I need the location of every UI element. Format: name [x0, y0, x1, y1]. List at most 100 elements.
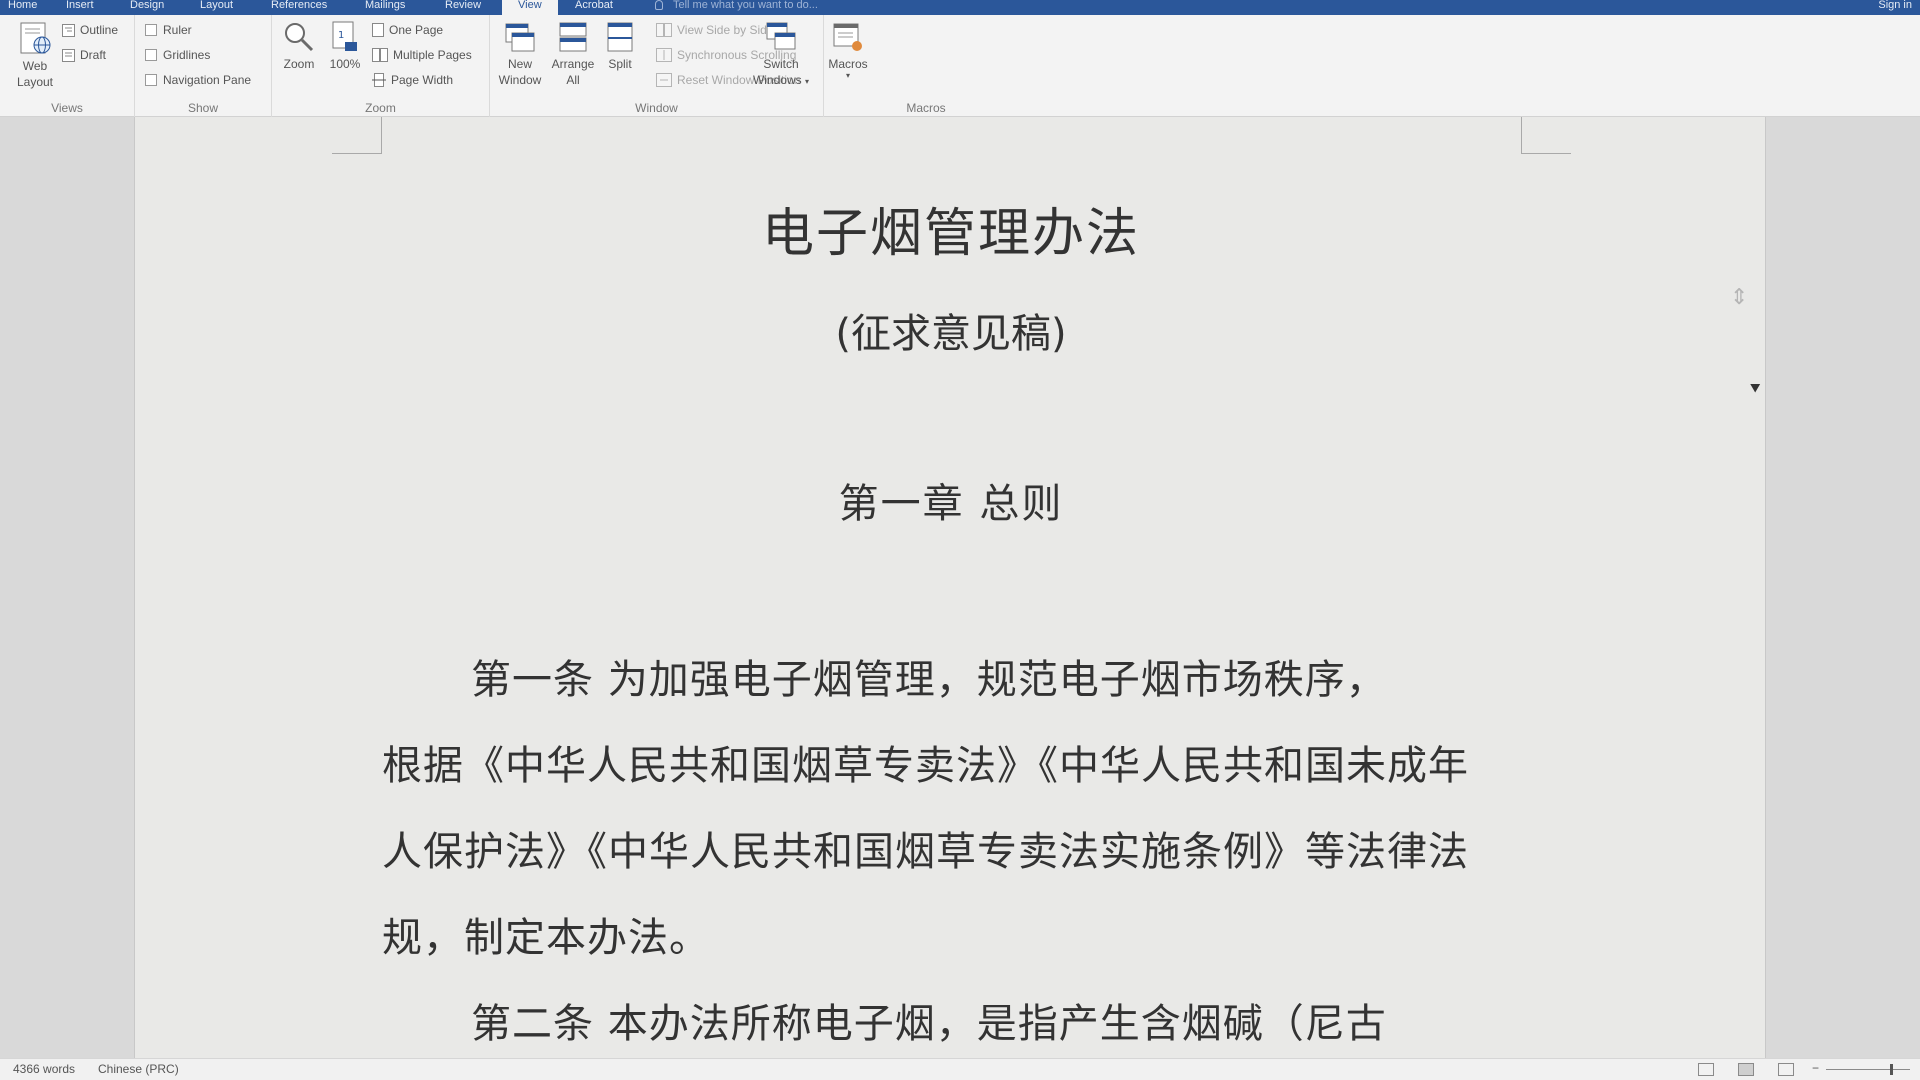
zoom-group: Zoom 1 100% One Page Multiple Pages Page…: [272, 15, 490, 117]
status-bar: 4366 words Chinese (PRC) −: [0, 1058, 1920, 1080]
arrange-all-label-2: All: [566, 73, 580, 87]
web-layout-view-icon[interactable]: [1778, 1063, 1794, 1076]
switch-windows-button[interactable]: Switch Windows ▾: [746, 20, 816, 90]
split-label: Split: [608, 57, 632, 71]
navigation-pane-label: Navigation Pane: [163, 73, 252, 87]
body-line: 人保护法》《中华人民共和国烟草专卖法实施条例》等法律法: [382, 829, 1469, 875]
one-page-button[interactable]: One Page: [372, 21, 443, 39]
tell-me-text: Tell me what you want to do...: [673, 0, 818, 11]
zoom-out-icon[interactable]: −: [1812, 1061, 1819, 1075]
read-mode-icon[interactable]: [1698, 1063, 1714, 1076]
switch-windows-dropdown-icon: ▾: [805, 77, 810, 86]
page-width-label: Page Width: [391, 73, 454, 87]
ruler-label: Ruler: [163, 23, 192, 37]
page-width-button[interactable]: Page Width: [372, 71, 453, 89]
zoom-100-label: 100%: [329, 57, 361, 71]
draft-button[interactable]: Draft: [62, 46, 106, 64]
window-group: New Window Arrange All Split View Side b…: [490, 15, 824, 117]
new-window-label-2: Window: [498, 73, 542, 87]
macros-dropdown-icon: ▾: [845, 71, 850, 80]
tell-me-search[interactable]: Tell me what you want to do...: [655, 0, 818, 15]
lightbulb-icon: [655, 0, 663, 10]
word-count[interactable]: 4366 words: [13, 1062, 75, 1076]
reset-window-icon: [656, 73, 672, 92]
gridlines-checkbox[interactable]: Gridlines: [145, 46, 210, 64]
outline-label: Outline: [80, 23, 119, 37]
document-page[interactable]: 电子烟管理办法 (征求意见稿) 第一章 总则 第一条 为加强电子烟管理，规范电子…: [134, 117, 1766, 1058]
document-area: 电子烟管理办法 (征求意见稿) 第一章 总则 第一条 为加强电子烟管理，规范电子…: [0, 117, 1920, 1058]
language-indicator[interactable]: Chinese (PRC): [98, 1062, 179, 1076]
body-line: 第二条 本办法所称电子烟，是指产生含烟碱（尼古: [471, 1001, 1387, 1047]
switch-windows-label-2: Windows ▾: [746, 72, 816, 90]
web-layout-label-2: Layout: [16, 75, 54, 89]
tab-layout[interactable]: Layout: [192, 0, 241, 15]
ruler-checkbox-box[interactable]: [145, 24, 157, 36]
macros-button[interactable]: Macros ▾: [824, 20, 872, 80]
outline-icon: [62, 24, 75, 42]
new-window-icon: [505, 23, 535, 52]
zoom-slider-track[interactable]: [1826, 1069, 1910, 1070]
ribbon-tab-bar: Home Insert Design Layout References Mai…: [0, 0, 1920, 15]
gridlines-label: Gridlines: [163, 48, 211, 62]
switch-windows-label-1: Switch: [763, 57, 799, 71]
switch-windows-text: Windows: [752, 73, 802, 87]
sync-scroll-icon: [656, 48, 672, 67]
navigation-pane-checkbox-box[interactable]: [145, 74, 157, 86]
macros-group-label: Macros: [906, 101, 946, 115]
switch-windows-icon: [766, 22, 796, 50]
macros-group: Macros ▾ Macros: [824, 15, 956, 117]
web-layout-icon: [20, 22, 51, 54]
gridlines-checkbox-box[interactable]: [145, 49, 157, 61]
multiple-pages-icon: [372, 48, 388, 67]
tab-review[interactable]: Review: [437, 0, 489, 15]
split-icon: [607, 22, 633, 52]
zoom-label: Zoom: [283, 57, 315, 71]
views-group-label: Views: [51, 101, 83, 115]
zoom-100-button[interactable]: 1 100%: [326, 20, 364, 72]
sign-in-link[interactable]: Sign in: [1878, 0, 1912, 15]
tab-home[interactable]: Home: [0, 0, 45, 15]
tab-insert[interactable]: Insert: [58, 0, 102, 15]
body-line: 规，制定本办法。: [382, 915, 710, 961]
page-corner-mark-left: [332, 117, 382, 154]
new-window-button[interactable]: New Window: [494, 20, 546, 88]
tab-acrobat[interactable]: Acrobat: [567, 0, 621, 15]
document-subtitle: (征求意见稿): [835, 311, 1067, 357]
show-group-label: Show: [187, 101, 219, 115]
macros-icon: [833, 23, 862, 51]
svg-text:1: 1: [338, 30, 344, 41]
tab-mailings[interactable]: Mailings: [357, 0, 413, 15]
zoom-button[interactable]: Zoom: [278, 20, 320, 72]
views-group: Web Layout Outline Draft Views: [0, 15, 135, 117]
print-layout-icon[interactable]: [1738, 1063, 1754, 1076]
one-page-label: One Page: [389, 23, 444, 37]
multiple-pages-label: Multiple Pages: [393, 48, 472, 62]
arrange-all-icon: [559, 22, 587, 52]
draft-label: Draft: [80, 48, 107, 62]
body-line: 根据《中华人民共和国烟草专卖法》《中华人民共和国未成年: [382, 743, 1469, 789]
new-window-label-1: New: [507, 57, 532, 71]
page-corner-mark-right: [1521, 117, 1571, 154]
tab-references[interactable]: References: [263, 0, 335, 15]
zoom-slider-thumb[interactable]: [1890, 1064, 1893, 1075]
arrange-all-button[interactable]: Arrange All: [548, 20, 598, 88]
split-button[interactable]: Split: [600, 20, 640, 72]
split-handle-icon[interactable]: ⯆: [1748, 379, 1762, 400]
scroll-arrows-icon[interactable]: ⇕: [1730, 285, 1748, 310]
magnifier-icon: [285, 23, 314, 52]
ruler-checkbox[interactable]: Ruler: [145, 21, 192, 39]
one-page-icon: [372, 23, 384, 42]
body-line: 第一条 为加强电子烟管理，规范电子烟市场秩序，: [471, 657, 1387, 703]
draft-icon: [62, 49, 75, 67]
arrange-all-label-1: Arrange: [551, 57, 595, 71]
navigation-pane-checkbox[interactable]: Navigation Pane: [145, 71, 251, 89]
chapter-heading: 第一章 总则: [838, 481, 1064, 527]
outline-button[interactable]: Outline: [62, 21, 118, 39]
tab-design[interactable]: Design: [122, 0, 172, 15]
zoom-group-label: Zoom: [365, 101, 396, 115]
tab-view[interactable]: View: [502, 0, 558, 15]
macros-label: Macros: [828, 57, 868, 71]
multiple-pages-button[interactable]: Multiple Pages: [372, 46, 472, 64]
web-layout-button[interactable]: Web Layout: [12, 20, 58, 90]
page-100-icon: 1: [332, 21, 357, 51]
